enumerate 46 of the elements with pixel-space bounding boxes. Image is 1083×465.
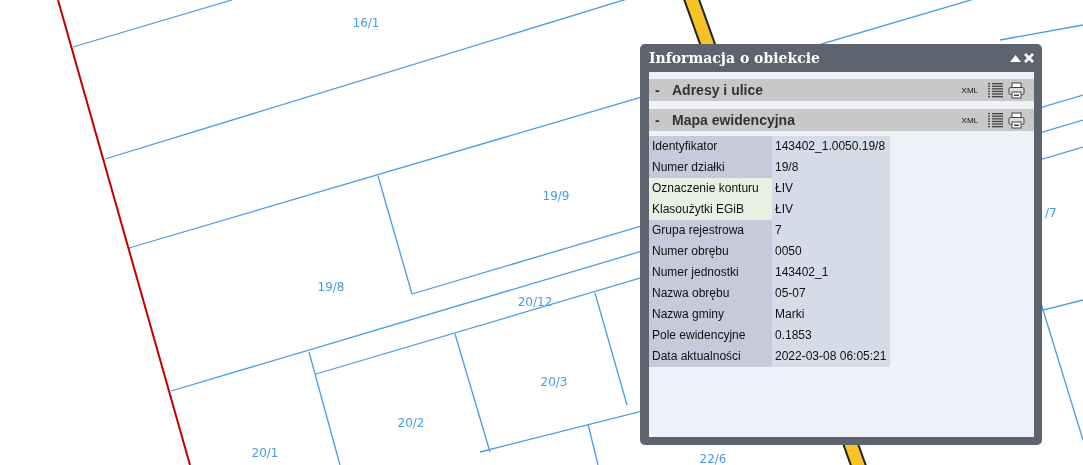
- panel-title: Informacja o obiekcie: [649, 50, 820, 66]
- attribute-value: Marki: [772, 304, 890, 325]
- parcel-label: 20/3: [540, 375, 568, 389]
- parcel-label: 19/8: [317, 280, 345, 294]
- parcel-label: 20/12: [517, 295, 553, 309]
- print-icon[interactable]: [1008, 111, 1025, 129]
- parcel-label: 19/9: [542, 189, 570, 203]
- list-icon[interactable]: [988, 112, 1003, 128]
- attribute-value: 143402_1.0050.19/8: [772, 136, 890, 157]
- attribute-value: 0.1853: [772, 325, 890, 346]
- attribute-label: Klasoużytki EGiB: [649, 199, 772, 220]
- section-title: Mapa ewidencyjna: [672, 112, 796, 128]
- attribute-label: Oznaczenie konturu: [649, 178, 772, 199]
- attribute-label: Numer działki: [649, 157, 772, 178]
- print-icon[interactable]: [1008, 81, 1025, 99]
- parcel-label: /7: [1045, 206, 1057, 220]
- close-icon[interactable]: [1024, 53, 1034, 63]
- toggle-sign[interactable]: -: [655, 112, 672, 128]
- attribute-label: Pole ewidencyjne: [649, 325, 772, 346]
- attribute-label: Numer jednostki: [649, 262, 772, 283]
- xml-link[interactable]: XML: [961, 85, 978, 95]
- attribute-label: Numer obrębu: [649, 241, 772, 262]
- attribute-value: 2022-03-08 06:05:21: [772, 346, 890, 367]
- parcel-label: 22/6: [699, 452, 727, 465]
- toggle-sign[interactable]: -: [655, 82, 672, 98]
- attribute-value: 0050: [772, 241, 890, 262]
- attribute-label: Data aktualności: [649, 346, 772, 367]
- list-icon[interactable]: [988, 82, 1003, 98]
- xml-link[interactable]: XML: [961, 115, 978, 125]
- attribute-value: ŁIV: [772, 199, 890, 220]
- section-title: Adresy i ulice: [672, 82, 765, 98]
- attribute-label: Nazwa gminy: [649, 304, 772, 325]
- attribute-label: Identyfikator: [649, 136, 772, 157]
- attribute-value: ŁIV: [772, 178, 890, 199]
- attribute-value: 19/8: [772, 157, 890, 178]
- attribute-value: 7: [772, 220, 890, 241]
- attribute-value: 143402_1: [772, 262, 890, 283]
- section-header[interactable]: - Mapa ewidencyjna XML: [649, 109, 1034, 131]
- attribute-value: 05-07: [772, 283, 890, 304]
- parcel-label: 20/2: [397, 416, 425, 430]
- parcel-label: 20/1: [251, 446, 279, 460]
- attribute-label: Grupa rejestrowa: [649, 220, 772, 241]
- attribute-label: Nazwa obrębu: [649, 283, 772, 304]
- collapse-icon[interactable]: [1010, 54, 1021, 62]
- parcel-label: 16/1: [352, 16, 380, 30]
- section-header[interactable]: - Adresy i ulice XML: [649, 79, 1034, 101]
